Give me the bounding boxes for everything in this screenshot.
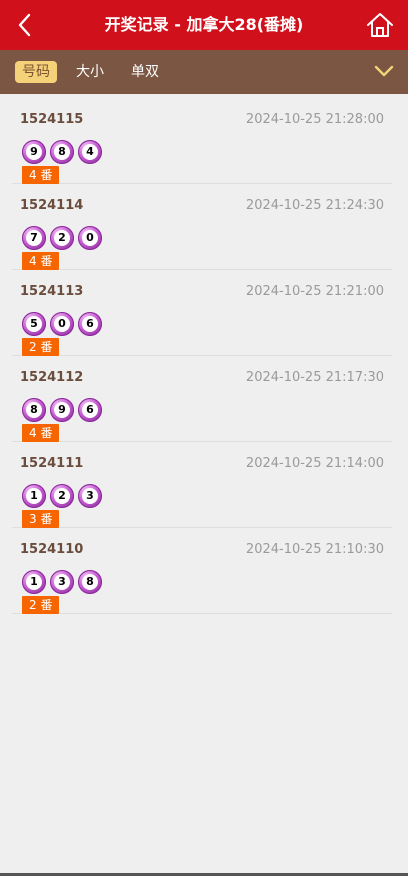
fan-tag: 2 番	[22, 338, 60, 356]
result-ball: 6	[78, 398, 102, 422]
result-ball: 6	[78, 312, 102, 336]
draw-time: 2024-10-25 21:14:00	[245, 456, 384, 471]
draw-time: 2024-10-25 21:21:00	[245, 284, 384, 299]
issue-number: 1524111	[20, 456, 84, 471]
fan-tag: 3 番	[22, 510, 60, 528]
result-ball: 9	[22, 140, 46, 164]
issue-number: 1524110	[20, 542, 84, 557]
result-ball: 0	[78, 226, 102, 250]
result-ball: 2	[50, 484, 74, 508]
result-ball: 9	[50, 398, 74, 422]
list-item: 1524115 2024-10-25 21:28:00 9 8 4 4 番	[12, 98, 392, 184]
list-item: 1524112 2024-10-25 21:17:30 8 9 6 4 番	[12, 356, 392, 442]
issue-number: 1524112	[20, 370, 84, 385]
chevron-down-icon[interactable]	[374, 64, 394, 78]
result-ball: 5	[22, 312, 46, 336]
draw-time: 2024-10-25 21:10:30	[245, 542, 384, 557]
result-ball: 8	[78, 570, 102, 594]
result-ball: 7	[22, 226, 46, 250]
tab-size[interactable]: 大小	[69, 61, 111, 83]
issue-number: 1524115	[20, 112, 84, 127]
fan-tag: 4 番	[22, 424, 60, 442]
result-ball: 8	[50, 140, 74, 164]
result-ball: 4	[78, 140, 102, 164]
list-item: 1524110 2024-10-25 21:10:30 1 3 8 2 番	[12, 528, 392, 614]
tab-odd-even[interactable]: 单双	[124, 61, 166, 83]
result-ball: 1	[22, 484, 46, 508]
result-ball: 1	[22, 570, 46, 594]
filter-tab-bar: 号码 大小 单双	[0, 50, 408, 94]
home-icon[interactable]	[366, 11, 394, 39]
draw-time: 2024-10-25 21:24:30	[245, 198, 384, 213]
back-arrow-icon[interactable]	[14, 12, 38, 38]
list-item: 1524114 2024-10-25 21:24:30 7 2 0 4 番	[12, 184, 392, 270]
draw-time: 2024-10-25 21:28:00	[245, 112, 384, 127]
app-header: 开奖记录 - 加拿大28(番摊)	[0, 0, 408, 50]
fan-tag: 4 番	[22, 166, 60, 184]
draw-time: 2024-10-25 21:17:30	[245, 370, 384, 385]
issue-number: 1524114	[20, 198, 84, 213]
result-ball: 0	[50, 312, 74, 336]
result-ball: 3	[50, 570, 74, 594]
fan-tag: 2 番	[22, 596, 60, 614]
draw-record-list: 1524115 2024-10-25 21:28:00 9 8 4 4 番 15…	[12, 98, 392, 614]
issue-number: 1524113	[20, 284, 84, 299]
tab-number[interactable]: 号码	[15, 61, 57, 83]
list-item: 1524113 2024-10-25 21:21:00 5 0 6 2 番	[12, 270, 392, 356]
page-title: 开奖记录 - 加拿大28(番摊)	[104, 15, 304, 34]
fan-tag: 4 番	[22, 252, 60, 270]
result-ball: 3	[78, 484, 102, 508]
result-ball: 2	[50, 226, 74, 250]
list-item: 1524111 2024-10-25 21:14:00 1 2 3 3 番	[12, 442, 392, 528]
result-ball: 8	[22, 398, 46, 422]
